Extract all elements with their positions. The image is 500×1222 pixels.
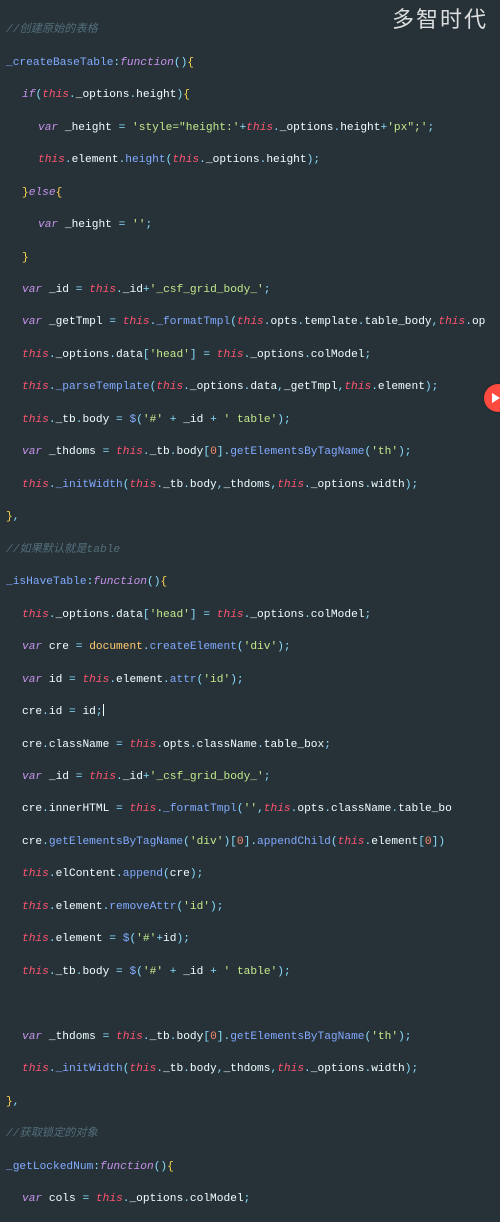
text-cursor [103, 704, 104, 716]
watermark: 多智时代 [392, 4, 488, 36]
code-block: //创建原始的表格 _createBaseTable:function(){ i… [0, 0, 500, 1222]
comment: //如果默认就是table [6, 542, 500, 558]
comment: //获取锁定的对象 [6, 1126, 500, 1142]
